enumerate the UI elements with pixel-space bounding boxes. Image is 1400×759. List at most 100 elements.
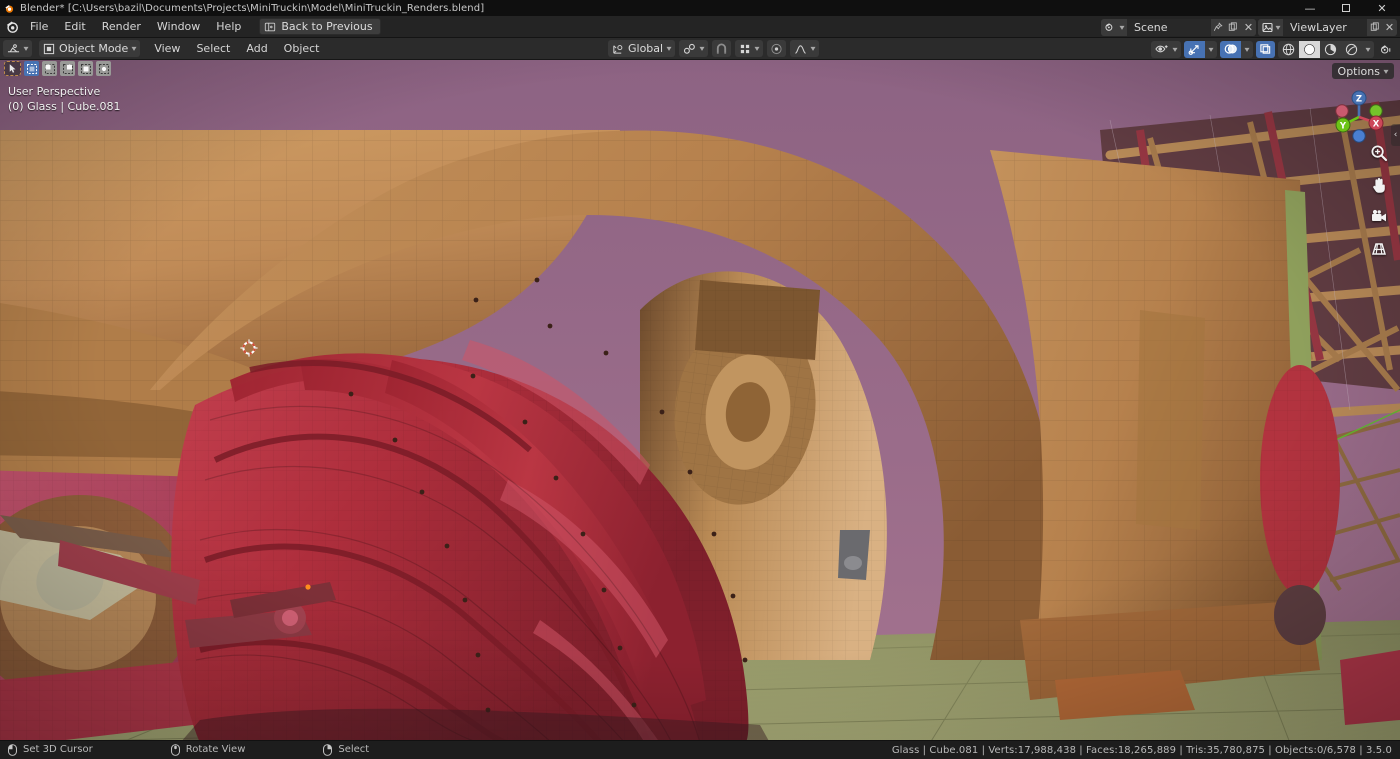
pivot-point-selector[interactable]: ▾ (679, 40, 708, 57)
viewport-render (0, 60, 1400, 740)
unlink-scene-button[interactable]: ✕ (1241, 19, 1256, 36)
status-hint-right-label: Select (338, 744, 369, 755)
mouse-middle-icon (171, 744, 180, 756)
interaction-mode-selector[interactable]: Object Mode ▾ (39, 40, 140, 57)
viewport-perspective-label: User Perspective (8, 84, 120, 99)
select-box-icon[interactable] (24, 61, 39, 76)
status-hint-right: Select (323, 744, 369, 756)
camera-view-icon[interactable] (1368, 206, 1390, 228)
transform-orientation-label: Global (628, 42, 663, 55)
gizmo-group: ▾ (1184, 41, 1217, 58)
viewlayer-data-icon[interactable]: ▾ (1258, 19, 1283, 36)
wireframe-icon[interactable] (1278, 41, 1299, 58)
menu-render[interactable]: Render (94, 18, 149, 35)
orientation-icon (612, 43, 624, 55)
viewport-info-text: User Perspective (0) Glass | Cube.081 (8, 84, 120, 114)
toggle-xray-icon[interactable] (1256, 41, 1275, 58)
menu-help[interactable]: Help (208, 18, 249, 35)
proportional-falloff-selector[interactable]: ▾ (790, 40, 819, 57)
blender-icon (4, 3, 15, 14)
window-title: Blender* [C:\Users\bazil\Documents\Proje… (20, 3, 484, 14)
viewport-tool-header (0, 60, 115, 77)
new-viewlayer-icon[interactable] (1367, 19, 1382, 36)
snap-to-selector[interactable]: ▾ (735, 40, 763, 57)
toggle-ortho-icon[interactable] (1368, 238, 1390, 260)
solid-icon[interactable] (1299, 41, 1320, 58)
window-controls: — ✕ (1292, 0, 1400, 16)
status-hint-left: Set 3D Cursor (8, 744, 93, 756)
top-bar: File Edit Render Window Help Back to Pre… (0, 16, 1400, 38)
pin-icon[interactable] (1211, 19, 1226, 36)
object-types-visibility-selector[interactable]: ▾ (1151, 41, 1181, 58)
select-lasso-icon[interactable] (60, 61, 75, 76)
maximize-button[interactable] (1328, 0, 1364, 16)
back-to-previous-label: Back to Previous (281, 20, 372, 33)
menu-object[interactable]: Object (276, 40, 328, 57)
svg-text:Y: Y (1339, 122, 1347, 132)
title-bar: Blender* [C:\Users\bazil\Documents\Proje… (0, 0, 1400, 16)
object-types-visibility-icon (1155, 43, 1169, 55)
tweak-select-tool-icon[interactable] (4, 61, 21, 76)
interaction-mode-label: Object Mode (59, 42, 128, 55)
shading-modes: ▾ (1278, 41, 1374, 58)
navigation-gizmo[interactable]: Z Y X (1326, 84, 1392, 150)
blender-logo-icon[interactable] (2, 16, 22, 38)
shading-dropdown[interactable]: ▾ (1362, 41, 1374, 58)
editor-type-3dview-icon (7, 43, 20, 55)
sidebar-toggle-arrow[interactable]: ‹ (1391, 124, 1400, 146)
menu-file[interactable]: File (22, 18, 56, 35)
viewport-header-right: ▾ ▾ (1151, 38, 1397, 60)
svg-text:X: X (1373, 120, 1380, 130)
show-overlays-icon[interactable] (1220, 41, 1241, 58)
show-gizmo-icon[interactable] (1184, 41, 1205, 58)
select-through-icon[interactable] (96, 61, 111, 76)
svg-text:Z: Z (1356, 95, 1362, 105)
blender-window: Blender* [C:\Users\bazil\Documents\Proje… (0, 0, 1400, 758)
viewport-header: ▾ Object Mode ▾ View Select Add Object (0, 38, 1400, 60)
overlays-dropdown[interactable]: ▾ (1241, 41, 1253, 58)
zoom-icon[interactable] (1368, 142, 1390, 164)
close-button[interactable]: ✕ (1364, 0, 1400, 16)
transform-orientation-selector[interactable]: Global ▾ (608, 40, 675, 57)
back-to-previous-button[interactable]: Back to Previous (259, 18, 380, 35)
viewport-active-object-label: (0) Glass | Cube.081 (8, 99, 120, 114)
menu-view[interactable]: View (146, 40, 188, 57)
material-preview-icon[interactable] (1320, 41, 1341, 58)
falloff-smooth-icon (794, 43, 807, 55)
mouse-right-icon (323, 744, 332, 756)
snap-magnet-icon[interactable] (712, 40, 731, 57)
3d-viewport[interactable]: User Perspective (0) Glass | Cube.081 Op… (0, 60, 1400, 740)
pivot-point-icon (683, 43, 696, 55)
scene-data-icon[interactable]: ▾ (1101, 19, 1127, 36)
overlays-group: ▾ (1220, 41, 1253, 58)
menu-add[interactable]: Add (238, 40, 275, 57)
minimize-button[interactable]: — (1292, 0, 1328, 16)
snap-to-increment-icon (739, 43, 751, 55)
select-circle-icon[interactable] (42, 61, 57, 76)
move-hand-icon[interactable] (1368, 174, 1390, 196)
shading-options-icon[interactable] (1377, 41, 1397, 58)
scene-selector[interactable]: ▾ Scene ✕ (1101, 19, 1256, 36)
viewport-menus: View Select Add Object (146, 40, 327, 57)
select-mode-icon[interactable] (78, 61, 93, 76)
status-hint-middle-label: Rotate View (186, 744, 246, 755)
menu-edit[interactable]: Edit (56, 18, 93, 35)
viewport-options-popover[interactable]: Options ▾ (1332, 63, 1394, 79)
proportional-editing-icon[interactable] (767, 40, 786, 57)
back-to-previous-icon (264, 21, 276, 33)
status-hint-middle: Rotate View (171, 744, 246, 756)
scene-name[interactable]: Scene (1127, 19, 1211, 36)
mouse-left-icon (8, 744, 17, 756)
viewport-options-label: Options (1338, 65, 1380, 78)
editor-type-selector[interactable]: ▾ (3, 40, 32, 57)
status-hint-left-label: Set 3D Cursor (23, 744, 93, 755)
menu-select[interactable]: Select (188, 40, 238, 57)
viewlayer-name[interactable]: ViewLayer (1283, 19, 1367, 36)
remove-viewlayer-button[interactable]: ✕ (1382, 19, 1397, 36)
rendered-icon[interactable] (1341, 41, 1362, 58)
gizmo-dropdown[interactable]: ▾ (1205, 41, 1217, 58)
menu-window[interactable]: Window (149, 18, 208, 35)
new-scene-icon[interactable] (1226, 19, 1241, 36)
status-bar: Set 3D Cursor Rotate View Select Glass |… (0, 740, 1400, 758)
viewlayer-selector[interactable]: ▾ ViewLayer ✕ (1258, 19, 1397, 36)
